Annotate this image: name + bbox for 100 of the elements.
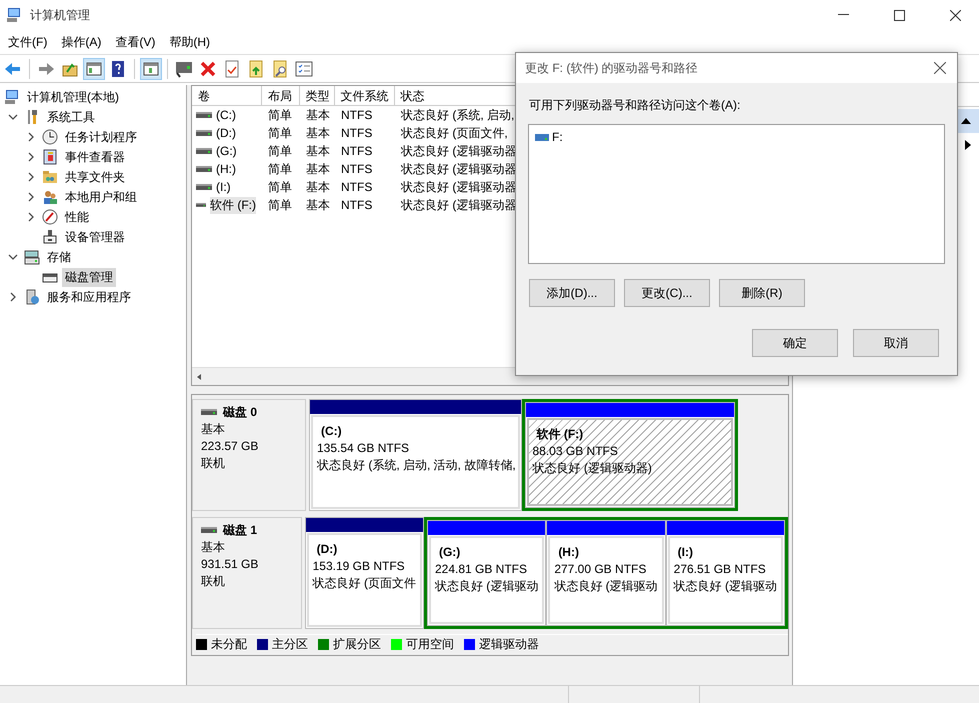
disk-size: 931.51 GB xyxy=(201,556,260,572)
table-cell[interactable]: (C:) xyxy=(216,108,236,122)
table-cell-text: 状态良好 (系统, 启动, xyxy=(400,106,516,124)
partition-size: 224.81 GB NTFS xyxy=(434,561,528,578)
disk-status: 联机 xyxy=(201,455,226,471)
table-cell-text: 基本 xyxy=(305,142,331,160)
table-cell[interactable]: (D:) xyxy=(216,126,236,140)
partition-block[interactable]: (C:) 135.54 GB NTFS 状态良好 (系统, 启动, 活动, 故障转储, xyxy=(309,399,522,511)
partition-block[interactable]: (I:) 276.51 GB NTFS 状态良好 (逻辑驱动 xyxy=(666,520,785,626)
partition-status: 状态良好 (逻辑驱动器) xyxy=(532,460,653,477)
disk-status: 联机 xyxy=(201,573,226,589)
legend-label: 未分配 xyxy=(211,636,247,652)
partition-body[interactable]: (H:) 277.00 GB NTFS 状态良好 (逻辑驱动 xyxy=(548,536,664,624)
tree-item[interactable]: 设备管理器 xyxy=(62,228,128,246)
partition-size: 276.51 GB NTFS xyxy=(674,561,767,578)
table-cell-text: 简单 xyxy=(267,106,293,124)
partition-label: (G:) xyxy=(438,544,462,561)
legend-label: 可用空间 xyxy=(406,636,454,652)
partition-size: 135.54 GB NTFS xyxy=(317,440,410,457)
disk-type: 基本 xyxy=(201,421,226,437)
table-cell-text: 基本 xyxy=(305,178,331,196)
dialog-button[interactable]: 添加(D)... xyxy=(529,279,615,307)
table-cell-text: NTFS xyxy=(340,126,374,140)
legend-label: 主分区 xyxy=(272,636,308,652)
menu-item[interactable]: 文件(F) xyxy=(2,32,54,52)
table-cell-text: 简单 xyxy=(267,178,293,196)
partition-label: (D:) xyxy=(316,541,338,558)
partition-size: 153.19 GB NTFS xyxy=(312,558,406,575)
partition-label: (C:) xyxy=(320,423,343,440)
table-cell-text: 基本 xyxy=(305,160,331,178)
cancel-button[interactable]: 取消 xyxy=(853,329,939,357)
tree-item[interactable]: 存储 xyxy=(44,248,74,266)
tree-item[interactable]: 性能 xyxy=(62,208,92,226)
partition-block[interactable]: (G:) 224.81 GB NTFS 状态良好 (逻辑驱动 xyxy=(426,520,546,626)
table-cell-text: 状态良好 (逻辑驱动器 xyxy=(400,196,518,214)
column-header[interactable]: 文件系统 xyxy=(334,86,395,106)
table-cell-text: 状态良好 (逻辑驱动器 xyxy=(400,178,518,196)
list-item[interactable]: F: xyxy=(552,130,563,144)
disk-name: 磁盘 0 xyxy=(223,404,258,420)
table-cell-text: 简单 xyxy=(267,124,293,142)
tree-item[interactable]: 本地用户和组 xyxy=(62,188,140,206)
tree-item[interactable]: 磁盘管理 xyxy=(62,268,116,286)
partition-block[interactable]: (D:) 153.19 GB NTFS 状态良好 (页面文件 xyxy=(304,517,424,629)
partition-body[interactable]: (G:) 224.81 GB NTFS 状态良好 (逻辑驱动 xyxy=(428,536,544,624)
disk-name: 磁盘 1 xyxy=(223,522,258,538)
dialog-button[interactable]: 删除(R) xyxy=(719,279,805,307)
partition-body[interactable]: 软件 (F:) 88.03 GB NTFS 状态良好 (逻辑驱动器) xyxy=(526,418,733,506)
ok-button[interactable]: 确定 xyxy=(752,329,838,357)
table-cell-text: 简单 xyxy=(267,196,293,214)
dialog-title: 更改 F: (软件) 的驱动器号和路径 xyxy=(525,60,699,76)
partition-status: 状态良好 (逻辑驱动 xyxy=(554,578,658,595)
legend-label: 扩展分区 xyxy=(333,636,381,652)
menu-item[interactable]: 帮助(H) xyxy=(163,32,216,52)
prompt-label: 可用下列驱动器号和路径访问这个卷(A): xyxy=(529,97,742,114)
tree-item[interactable]: 事件查看器 xyxy=(62,148,128,166)
table-cell[interactable]: (H:) xyxy=(216,162,236,176)
table-cell[interactable]: (I:) xyxy=(216,180,231,194)
tree-item[interactable]: 服务和应用程序 xyxy=(44,288,134,306)
table-cell-text: NTFS xyxy=(340,144,374,158)
legend-label: 逻辑驱动器 xyxy=(479,636,539,652)
table-cell-text: NTFS xyxy=(340,180,374,194)
partition-label: (I:) xyxy=(676,544,694,561)
tree-item[interactable]: 系统工具 xyxy=(44,108,98,126)
table-cell-text: 状态良好 (逻辑驱动器 xyxy=(400,160,518,178)
partition-size: 88.03 GB NTFS xyxy=(532,443,619,460)
table-cell-text: NTFS xyxy=(340,108,374,122)
partition-body[interactable]: (I:) 276.51 GB NTFS 状态良好 (逻辑驱动 xyxy=(668,536,783,624)
table-cell[interactable]: 软件 (F:) xyxy=(210,196,256,214)
table-cell-text: 简单 xyxy=(267,160,293,178)
tree-item[interactable]: 共享文件夹 xyxy=(62,168,128,186)
table-cell-text: 基本 xyxy=(305,106,331,124)
column-header[interactable]: 卷 xyxy=(192,86,262,106)
table-cell-text: 基本 xyxy=(305,124,331,142)
disk-size: 223.57 GB xyxy=(201,438,260,454)
partition-size: 277.00 GB NTFS xyxy=(554,561,648,578)
partition-status: 状态良好 (逻辑驱动 xyxy=(674,578,777,595)
partition-block[interactable]: (H:) 277.00 GB NTFS 状态良好 (逻辑驱动 xyxy=(546,520,666,626)
partition-label: 软件 (F:) xyxy=(535,426,584,443)
tree-item[interactable]: 计算机管理(本地) xyxy=(24,88,122,106)
partition-status: 状态良好 (逻辑驱动 xyxy=(434,578,538,595)
table-cell-text: 状态良好 (逻辑驱动器 xyxy=(400,142,518,160)
table-cell-text: NTFS xyxy=(340,162,374,176)
partition-block[interactable]: 软件 (F:) 88.03 GB NTFS 状态良好 (逻辑驱动器) xyxy=(524,402,735,508)
menu-item[interactable]: 查看(V) xyxy=(109,32,162,52)
column-header[interactable]: 类型 xyxy=(300,86,335,106)
dialog-button[interactable]: 更改(C)... xyxy=(624,279,710,307)
column-header[interactable]: 布局 xyxy=(262,86,300,106)
partition-status: 状态良好 (页面文件 xyxy=(312,575,416,592)
table-cell-text: 基本 xyxy=(305,196,331,214)
partition-status: 状态良好 (系统, 启动, 活动, 故障转储, xyxy=(317,457,514,474)
partition-body[interactable]: (D:) 153.19 GB NTFS 状态良好 (页面文件 xyxy=(306,533,422,627)
partition-body[interactable]: (C:) 135.54 GB NTFS 状态良好 (系统, 启动, 活动, 故障转储, xyxy=(311,415,520,509)
table-cell-text: 状态良好 (页面文件, xyxy=(400,124,509,142)
tree-item[interactable]: 任务计划程序 xyxy=(62,128,140,146)
partition-label: (H:) xyxy=(557,544,580,561)
table-cell-text: NTFS xyxy=(340,198,374,212)
table-cell-text: 简单 xyxy=(267,142,293,160)
table-cell[interactable]: (G:) xyxy=(216,144,237,158)
menu-item[interactable]: 操作(A) xyxy=(55,32,108,52)
disk-type: 基本 xyxy=(201,539,226,555)
